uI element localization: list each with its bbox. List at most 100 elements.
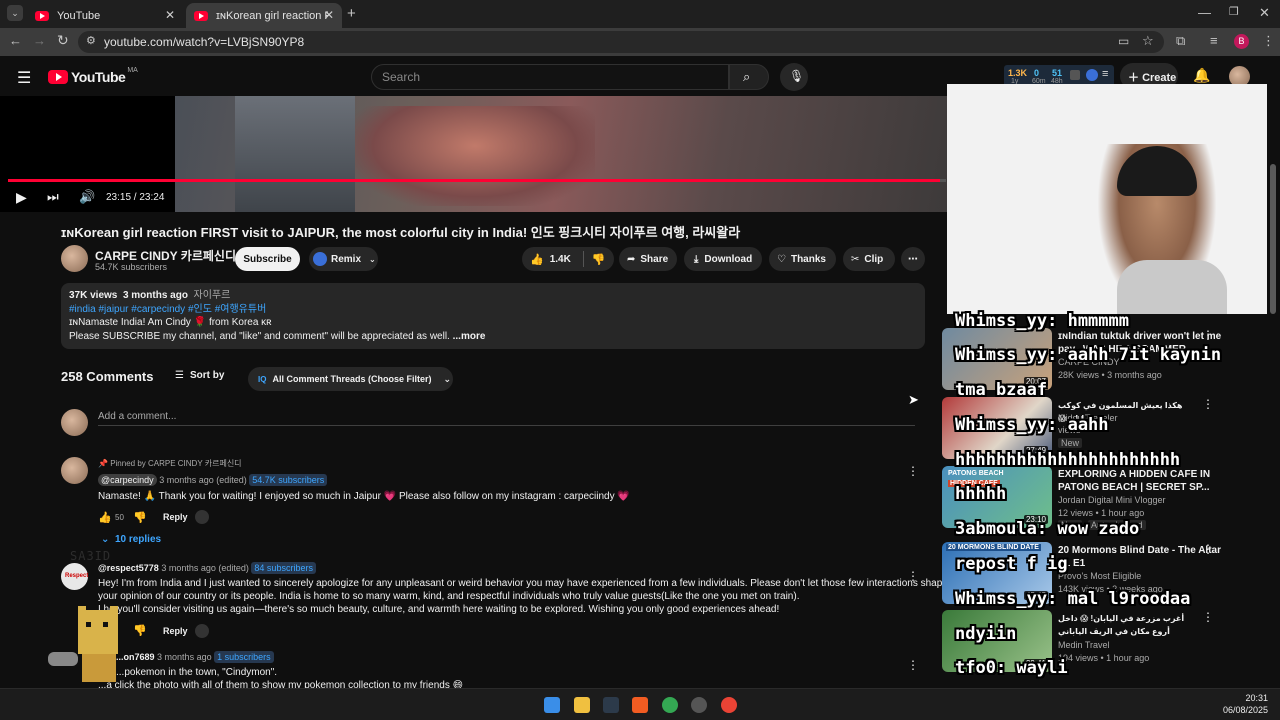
comment-time[interactable]: 3 months ago: [157, 652, 212, 662]
comment-filter-dropdown[interactable]: IQ All Comment Threads (Choose Filter) ⌄: [248, 367, 453, 391]
comment-menu-icon[interactable]: ⋮: [907, 464, 919, 478]
channel-avatar[interactable]: [61, 245, 88, 272]
like-count[interactable]: 1.4K: [550, 254, 571, 265]
start-menu-icon[interactable]: [544, 697, 560, 713]
file-explorer-icon[interactable]: [574, 697, 590, 713]
video-player[interactable]: ▶ ⏭ 🔊 23:15 / 23:24: [0, 96, 948, 212]
recommendation-title[interactable]: أغرب مزرعة في اليابان! 😱 داخل أروع مكان …: [1058, 612, 1196, 638]
chat-overlay-line: 3abmoula: wow zado: [955, 519, 1140, 539]
windows-taskbar: 20:31 06/08/2025: [0, 688, 1280, 720]
new-tab-icon[interactable]: +: [347, 5, 356, 22]
hamburger-menu-icon[interactable]: ☰: [17, 68, 31, 88]
restore-icon[interactable]: ❐: [1229, 5, 1239, 18]
recommendation-menu-icon[interactable]: ⋮: [1202, 610, 1214, 624]
comment-avatar[interactable]: Respect: [61, 563, 88, 590]
dislike-icon[interactable]: 👎: [592, 253, 606, 266]
view-replies-button[interactable]: ⌄ 10 replies: [101, 534, 161, 545]
davinci-resolve-icon[interactable]: [603, 697, 619, 713]
comment-author[interactable]: @respect5778: [98, 563, 159, 573]
minimize-icon[interactable]: —: [1198, 5, 1211, 20]
next-icon[interactable]: ⏭: [47, 189, 59, 205]
reload-icon[interactable]: ↻: [57, 32, 69, 49]
recommendation-title[interactable]: EXPLORING A HIDDEN CAFE IN PATONG BEACH …: [1058, 468, 1234, 494]
sort-button[interactable]: ☰ Sort by: [175, 370, 224, 381]
close-tab-icon[interactable]: ✕: [165, 8, 175, 22]
tab-search-icon[interactable]: ⌄: [7, 5, 23, 21]
scissors-icon: ✂: [851, 253, 860, 265]
hashtags[interactable]: #india #jaipur #carpecindy #인도 #여행유튜버: [69, 303, 917, 317]
obs-icon[interactable]: [691, 697, 707, 713]
recommendation-menu-icon[interactable]: ⋮: [1202, 328, 1214, 342]
more-link[interactable]: ...more: [453, 331, 486, 342]
comment-time[interactable]: 3 months ago (edited): [161, 563, 249, 573]
brave-browser-icon[interactable]: [632, 697, 648, 713]
voice-search-button[interactable]: 🎙: [780, 63, 808, 91]
comment-author[interactable]: @carpecindy: [98, 474, 157, 486]
comment-dislike-icon[interactable]: 👎: [133, 624, 147, 637]
notifications-bell-icon[interactable]: 🔔: [1193, 67, 1210, 84]
recommendation-channel[interactable]: Medin Travel: [1058, 640, 1110, 650]
site-info-icon[interactable]: ⚙: [86, 34, 96, 47]
download-button[interactable]: ⤓ Download: [684, 247, 762, 271]
remix-button[interactable]: Remix ⌄: [309, 247, 378, 271]
comment-menu-icon[interactable]: ⋮: [907, 569, 919, 583]
comment-avatar[interactable]: [61, 457, 88, 484]
back-icon[interactable]: ←: [9, 33, 22, 48]
tab-youtube[interactable]: YouTube ✕: [27, 3, 183, 28]
close-tab-icon[interactable]: ✕: [324, 8, 334, 22]
extensions-icon[interactable]: ⧉: [1176, 33, 1185, 49]
close-window-icon[interactable]: ✕: [1259, 5, 1270, 21]
search-input[interactable]: Search: [371, 64, 729, 90]
remix-label: Remix: [331, 253, 362, 265]
comment-dislike-icon[interactable]: 👎: [133, 511, 147, 524]
chat-overlay-line: hhhhhhhhhhhhhhhhhhhhhh: [955, 450, 1181, 470]
youtube-logo-icon: [48, 70, 68, 84]
thanks-button[interactable]: ♡ Thanks: [769, 247, 836, 271]
omnibox[interactable]: ⚙ youtube.com/watch?v=LVBjSN90YP8 ▭ ☆: [78, 31, 1164, 53]
recommendation-menu-icon[interactable]: ⋮: [1202, 542, 1214, 556]
comment-like-icon[interactable]: 👍: [98, 511, 112, 524]
reply-avatar-icon: [195, 510, 209, 524]
comment-time[interactable]: 3 months ago (edited): [159, 475, 247, 485]
volume-icon[interactable]: 🔊: [79, 189, 95, 205]
chat-overlay-line: Whimss_yy: aahh: [955, 415, 1109, 435]
location[interactable]: 자이푸르: [194, 290, 231, 301]
chat-overlay-line: Whimss_yy: mal l9roodaa: [955, 589, 1191, 609]
chrome-active-icon[interactable]: [721, 697, 737, 713]
share-button[interactable]: ➦ Share: [619, 247, 677, 271]
more-actions-button[interactable]: ⋯: [901, 247, 925, 271]
forward-icon[interactable]: →: [33, 33, 46, 48]
chrome-icon[interactable]: [662, 697, 678, 713]
bookmark-star-icon[interactable]: ☆: [1142, 33, 1154, 49]
tab-video[interactable]: ɪɴKorean girl reaction FIRST visi ✕: [186, 3, 342, 28]
page-scrollbar[interactable]: [1270, 164, 1276, 314]
vidiq-badge-icon: IQ: [258, 374, 267, 384]
pixel-pet-body: [78, 610, 118, 654]
youtube-favicon-icon: [194, 10, 208, 21]
browser-menu-icon[interactable]: ⋮: [1262, 33, 1275, 49]
comment-menu-icon[interactable]: ⋮: [907, 658, 919, 672]
recommendation-menu-icon[interactable]: ⋮: [1202, 397, 1214, 411]
search-placeholder: Search: [382, 70, 421, 84]
search-button[interactable]: ⌕: [729, 64, 769, 90]
description-box[interactable]: 37K views 3 months ago 자이푸르 #india #jaip…: [61, 283, 925, 349]
clock-time[interactable]: 20:31: [1238, 693, 1268, 703]
mouse-cursor-icon: ➤: [908, 392, 919, 407]
reply-button[interactable]: Reply: [163, 626, 188, 636]
clip-button[interactable]: ✂ Clip: [843, 247, 895, 271]
media-icon[interactable]: ≡: [1210, 33, 1218, 48]
recommendation-channel[interactable]: Jordan Digital Mini Vlogger: [1058, 495, 1166, 505]
recommendation-channel[interactable]: Provo's Most Eligible: [1058, 571, 1141, 581]
chat-overlay-line: ndyiin: [955, 624, 1017, 644]
clock-date[interactable]: 06/08/2025: [1216, 705, 1268, 715]
reply-button[interactable]: Reply: [163, 512, 188, 522]
more-horizontal-icon: ⋯: [908, 253, 918, 265]
profile-avatar[interactable]: B: [1234, 34, 1249, 49]
add-comment-input[interactable]: Add a comment...: [98, 408, 915, 426]
like-icon[interactable]: 👍: [530, 253, 544, 266]
play-icon[interactable]: ▶: [16, 189, 27, 206]
youtube-logo[interactable]: YouTube MA: [48, 67, 138, 85]
subscribe-button[interactable]: Subscribe: [235, 247, 300, 271]
cast-icon[interactable]: ▭: [1118, 34, 1129, 48]
reply-avatar-icon: [195, 624, 209, 638]
